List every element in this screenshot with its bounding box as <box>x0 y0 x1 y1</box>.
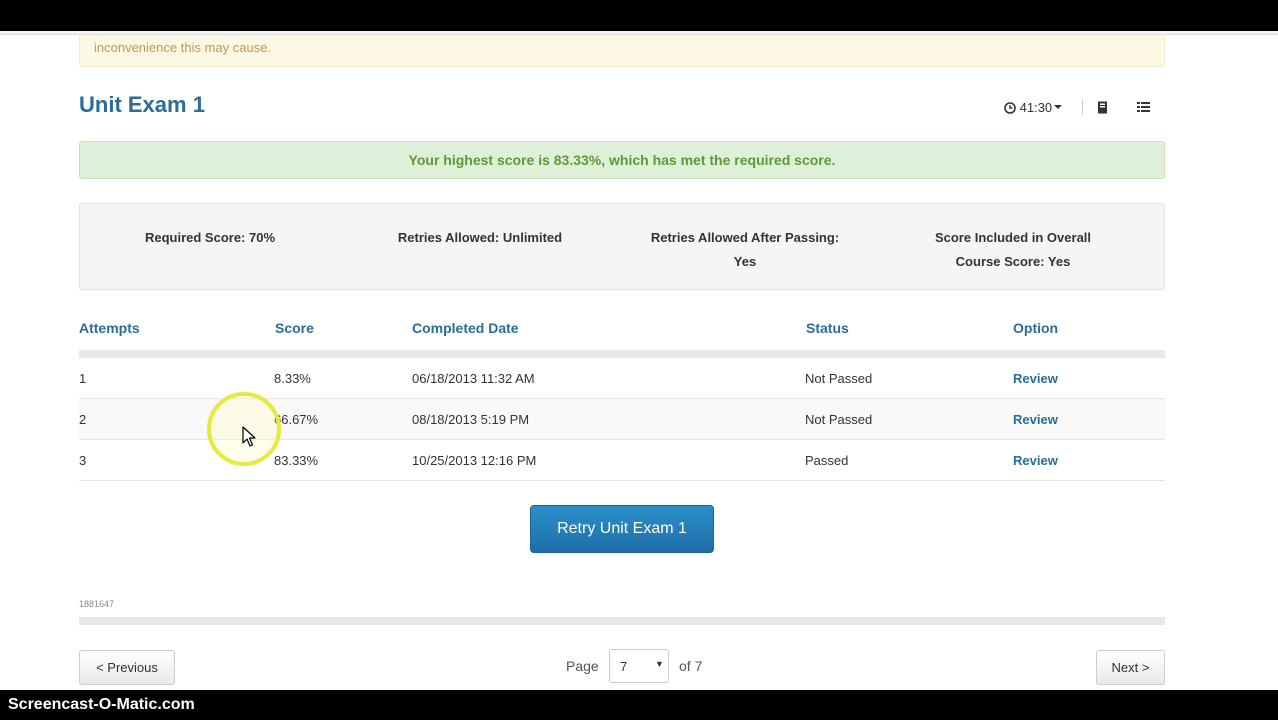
page-title: Unit Exam 1 <box>79 92 205 117</box>
notice-text: inconvenience this may cause. <box>94 40 272 55</box>
attempt-number: 3 <box>79 453 87 468</box>
exam-toolbar: 41:30 <box>1000 97 1160 119</box>
score-included: Score Included in Overall Course Score: … <box>903 226 1123 274</box>
watermark-bar: Screencast-O-Matic.com <box>0 690 1278 720</box>
attempt-number: 2 <box>79 412 87 427</box>
record-id: 1881647 <box>79 599 115 609</box>
retry-exam-button[interactable]: Retry Unit Exam 1 <box>530 505 714 553</box>
attempt-number: 1 <box>79 371 87 386</box>
score-included-line1: Score Included in Overall <box>934 230 1092 245</box>
page-label: Page <box>566 658 599 674</box>
attempt-status: Passed <box>805 453 849 468</box>
attempt-score: 8.33% <box>274 371 311 386</box>
footer-divider <box>79 617 1165 625</box>
watermark-text: Screencast-O-Matic.com <box>8 696 195 713</box>
clock-icon <box>1004 102 1016 114</box>
list-icon[interactable] <box>1137 101 1150 116</box>
next-button[interactable]: Next > <box>1096 650 1165 685</box>
header-option: Option <box>1013 320 1059 336</box>
header-attempts: Attempts <box>79 320 140 336</box>
toolbar-divider <box>1082 99 1083 115</box>
window-top-bar <box>0 0 1278 31</box>
timer-dropdown[interactable]: 41:30 <box>1004 100 1063 115</box>
review-link[interactable]: Review <box>1013 371 1058 386</box>
requirements-panel: Required Score: 70% Retries Allowed: Unl… <box>79 203 1165 290</box>
score-included-line2: Course Score: Yes <box>955 254 1071 269</box>
retries-allowed: Retries Allowed: Unlimited <box>397 230 563 245</box>
required-score: Required Score: 70% <box>144 230 276 245</box>
attempt-score: 83.33% <box>274 453 319 468</box>
timer-value: 41:30 <box>1019 100 1053 115</box>
retries-after-passing-label: Retries Allowed After Passing: <box>650 230 840 245</box>
attempt-status: Not Passed <box>805 412 873 427</box>
header-score: Score <box>275 320 314 336</box>
notice-alert: inconvenience this may cause. <box>79 35 1165 67</box>
page-select[interactable]: 7 ▼ <box>609 649 669 683</box>
page-total-label: of 7 <box>679 658 703 674</box>
table-header-divider <box>79 350 1165 358</box>
dropdown-arrow-icon: ▼ <box>655 659 664 669</box>
previous-button[interactable]: < Previous <box>79 650 175 685</box>
caret-down-icon <box>1054 105 1063 109</box>
page-select-value: 7 <box>620 659 628 674</box>
attempt-date: 06/18/2013 11:32 AM <box>412 371 535 386</box>
attempt-date: 08/18/2013 5:19 PM <box>412 412 530 427</box>
attempt-status: Not Passed <box>805 371 873 386</box>
retries-after-passing: Retries Allowed After Passing: Yes <box>630 226 860 274</box>
header-completed-date: Completed Date <box>412 320 519 336</box>
review-link[interactable]: Review <box>1013 453 1058 468</box>
attempt-date: 10/25/2013 12:16 PM <box>412 453 537 468</box>
retries-after-passing-value: Yes <box>733 254 757 269</box>
header-status: Status <box>806 320 849 336</box>
book-icon[interactable] <box>1097 101 1108 117</box>
review-link[interactable]: Review <box>1013 412 1058 427</box>
mouse-pointer-icon <box>242 426 256 447</box>
score-success-alert: Your highest score is 83.33%, which has … <box>79 141 1165 179</box>
